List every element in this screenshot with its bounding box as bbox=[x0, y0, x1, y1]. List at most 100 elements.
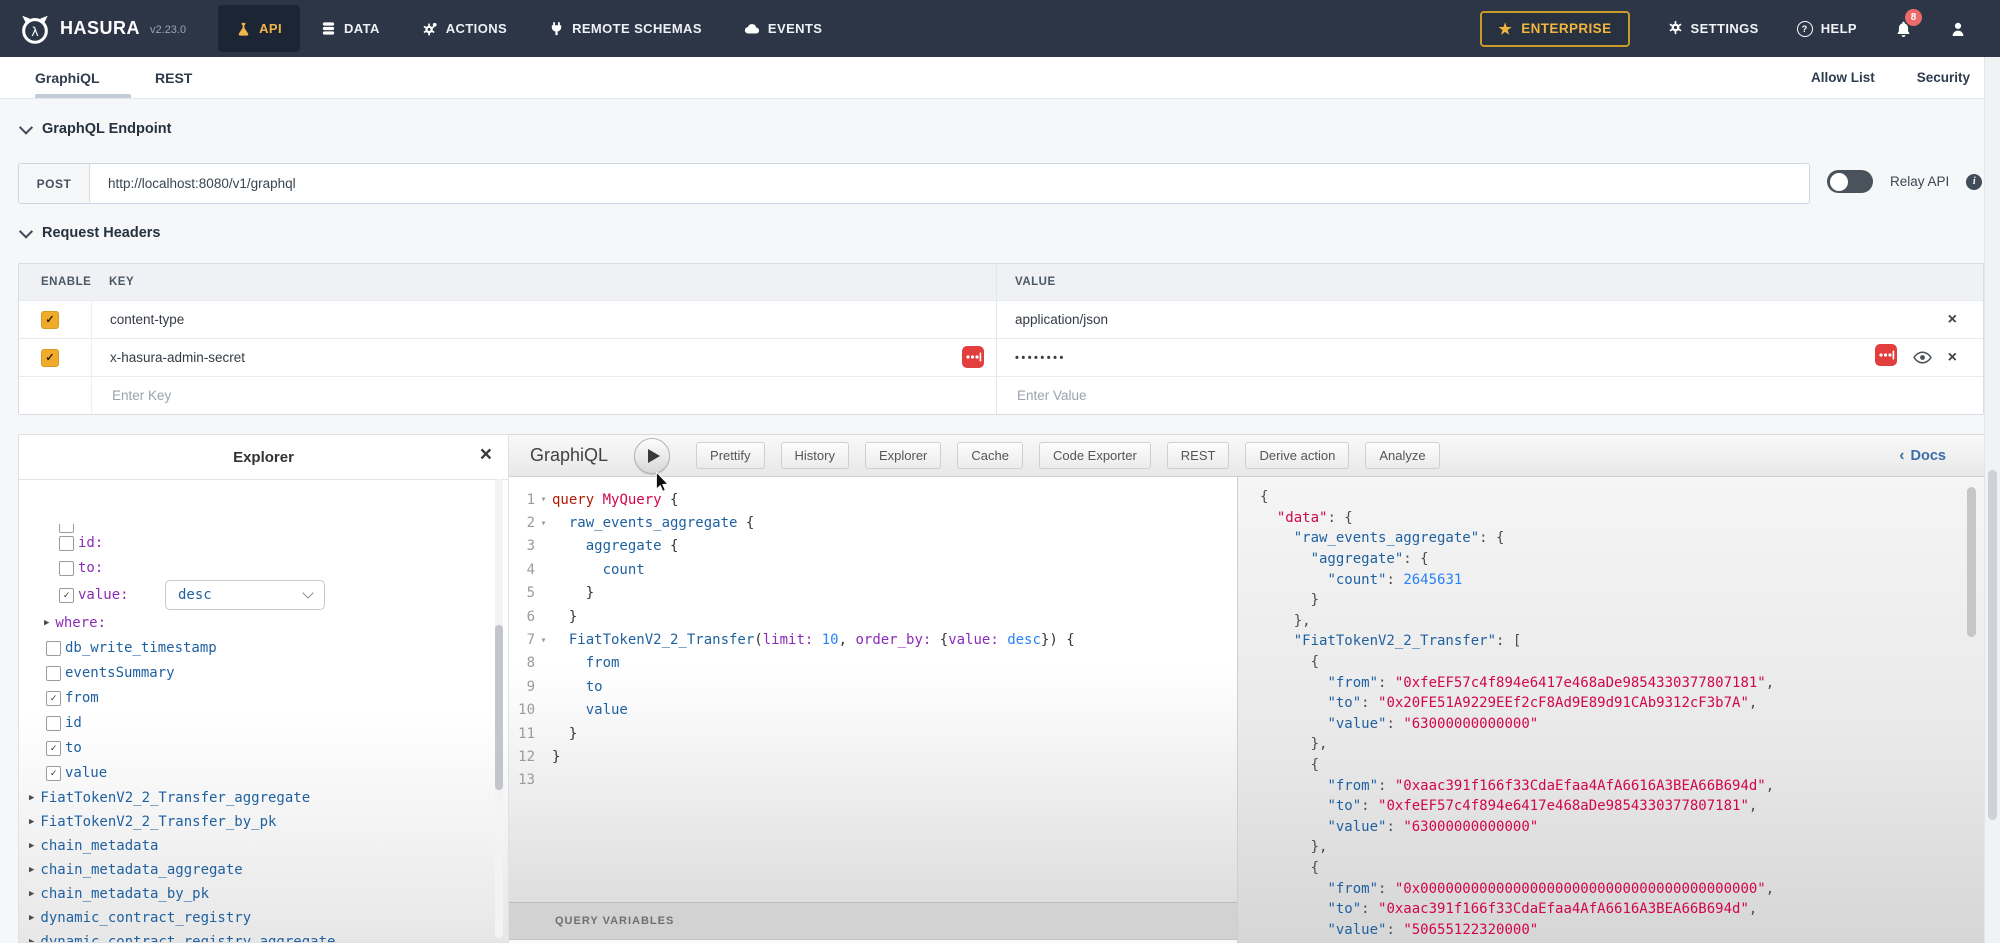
nav-item-actions[interactable]: ACTIONS bbox=[401, 0, 528, 57]
tree-label[interactable]: dynamic_contract_registry bbox=[40, 910, 251, 926]
header-key[interactable]: x-hasura-admin-secret bbox=[110, 350, 245, 365]
checkbox-checked-icon[interactable]: ✓ bbox=[59, 588, 74, 603]
tree-item-id[interactable]: id bbox=[46, 711, 82, 735]
tree-label[interactable]: chain_metadata bbox=[40, 838, 158, 854]
tree-expand-arrow-icon[interactable]: ▶ bbox=[29, 817, 34, 827]
code-exporter-button[interactable]: Code Exporter bbox=[1039, 442, 1151, 469]
help-button[interactable]: ? HELP bbox=[1797, 21, 1857, 37]
tree-expand-arrow-icon[interactable]: ▶ bbox=[29, 841, 34, 851]
analyze-button[interactable]: Analyze bbox=[1365, 442, 1439, 469]
page-scrollbar[interactable] bbox=[1984, 57, 2000, 943]
settings-button[interactable]: SETTINGS bbox=[1668, 20, 1759, 38]
order-direction-dropdown[interactable]: desc bbox=[165, 580, 325, 610]
tree-label[interactable]: id: bbox=[78, 535, 103, 551]
tree-item-chain-metadata-by-pk[interactable]: ▶ chain_metadata_by_pk bbox=[29, 882, 209, 906]
checkbox-icon[interactable] bbox=[59, 561, 74, 576]
tree-label[interactable]: chain_metadata_aggregate bbox=[40, 862, 242, 878]
notifications-button[interactable]: 8 bbox=[1895, 20, 1912, 38]
scrollbar-thumb[interactable] bbox=[495, 625, 503, 790]
masked-secret-value[interactable]: •••••••• bbox=[1015, 352, 1066, 364]
security-link[interactable]: Security bbox=[1917, 70, 1970, 85]
checkbox-checked-icon[interactable]: ✓ bbox=[46, 691, 61, 706]
tree-label[interactable]: from bbox=[65, 690, 99, 706]
tree-item-where[interactable]: ▶ where: bbox=[44, 611, 106, 635]
explorer-button[interactable]: Explorer bbox=[865, 442, 941, 469]
checkbox-checked-icon[interactable]: ✓ bbox=[46, 741, 61, 756]
tree-label[interactable]: to bbox=[65, 740, 82, 756]
enable-checkbox[interactable]: ✓ bbox=[41, 311, 59, 329]
tree-expand-arrow-icon[interactable]: ▶ bbox=[29, 913, 34, 923]
tree-item-chain-metadata-aggregate[interactable]: ▶ chain_metadata_aggregate bbox=[29, 858, 243, 882]
fold-arrow-icon[interactable]: ▾ bbox=[535, 518, 552, 529]
query-editor[interactable]: 1▾query MyQuery { 2▾ raw_events_aggregat… bbox=[509, 477, 1237, 902]
tree-item-from[interactable]: ✓ from bbox=[46, 686, 99, 710]
fold-arrow-icon[interactable]: ▾ bbox=[535, 635, 552, 646]
checkbox-checked-icon[interactable]: ✓ bbox=[46, 766, 61, 781]
relay-api-toggle[interactable] bbox=[1827, 170, 1873, 193]
tree-expand-arrow-icon[interactable]: ▶ bbox=[29, 937, 34, 942]
tree-item-fiattoken-by-pk[interactable]: ▶ FiatTokenV2_2_Transfer_by_pk bbox=[29, 810, 276, 834]
docs-link[interactable]: ‹ Docs bbox=[1899, 447, 1946, 465]
enterprise-button[interactable]: ★ ENTERPRISE bbox=[1480, 11, 1629, 47]
close-icon[interactable]: × bbox=[480, 444, 492, 465]
tree-item-dynamic-contract-registry-aggregate[interactable]: ▶ dynamic_contract_registry_aggregate bbox=[29, 930, 335, 942]
tree-item-orderby-value[interactable]: ✓ value: desc bbox=[59, 583, 129, 607]
header-key[interactable]: content-type bbox=[110, 312, 184, 327]
tree-label[interactable]: id bbox=[65, 715, 82, 731]
remove-header-icon[interactable]: × bbox=[1948, 312, 1957, 328]
info-icon[interactable]: i bbox=[1966, 174, 1982, 190]
enable-checkbox[interactable]: ✓ bbox=[41, 349, 59, 367]
history-button[interactable]: History bbox=[781, 442, 849, 469]
tree-item-to[interactable]: ✓ to bbox=[46, 736, 82, 760]
tree-item-db-write-timestamp[interactable]: db_write_timestamp bbox=[46, 636, 217, 660]
checkbox-icon[interactable] bbox=[59, 536, 74, 551]
tree-label[interactable]: where: bbox=[55, 615, 106, 631]
tree-item-fiattoken-aggregate[interactable]: ▶ FiatTokenV2_2_Transfer_aggregate bbox=[29, 786, 310, 810]
user-menu-button[interactable] bbox=[1950, 21, 1966, 37]
tab-rest[interactable]: REST bbox=[155, 57, 192, 98]
explorer-scrollbar[interactable] bbox=[495, 479, 503, 938]
tree-label[interactable]: dynamic_contract_registry_aggregate bbox=[40, 934, 335, 942]
checkbox-icon[interactable] bbox=[46, 716, 61, 731]
checkbox-icon[interactable] bbox=[46, 641, 61, 656]
tree-label[interactable]: FiatTokenV2_2_Transfer_aggregate bbox=[40, 790, 310, 806]
checkbox-icon[interactable] bbox=[46, 666, 61, 681]
tree-label[interactable]: value bbox=[65, 765, 107, 781]
tree-label[interactable]: FiatTokenV2_2_Transfer_by_pk bbox=[40, 814, 276, 830]
chevron-down-icon[interactable] bbox=[19, 225, 33, 239]
reveal-secret-eye-icon[interactable] bbox=[1913, 351, 1932, 364]
scrollbar-thumb[interactable] bbox=[1967, 487, 1976, 637]
header-value[interactable]: application/json bbox=[1015, 312, 1108, 327]
execute-query-button[interactable] bbox=[634, 438, 670, 474]
endpoint-url-input[interactable] bbox=[90, 164, 1809, 203]
hasura-logo-icon[interactable]: λ bbox=[18, 11, 52, 47]
response-scrollbar[interactable] bbox=[1967, 487, 1976, 927]
rest-button[interactable]: REST bbox=[1167, 442, 1230, 469]
chevron-down-icon[interactable] bbox=[19, 121, 33, 135]
new-header-value-input[interactable] bbox=[1015, 387, 1339, 404]
tree-label[interactable]: to: bbox=[78, 560, 103, 576]
tree-item-value[interactable]: ✓ value bbox=[46, 761, 107, 785]
tree-label[interactable]: chain_metadata_by_pk bbox=[40, 886, 209, 902]
tree-expand-arrow-icon[interactable]: ▶ bbox=[29, 865, 34, 875]
scrollbar-thumb[interactable] bbox=[1988, 470, 1997, 820]
tree-label[interactable]: eventsSummary bbox=[65, 665, 175, 681]
tree-item-chain-metadata[interactable]: ▶ chain_metadata bbox=[29, 834, 158, 858]
tree-item-events-summary[interactable]: eventsSummary bbox=[46, 661, 175, 685]
new-header-key-input[interactable] bbox=[110, 387, 434, 404]
tree-label[interactable]: value: bbox=[78, 587, 129, 603]
tree-item-dynamic-contract-registry[interactable]: ▶ dynamic_contract_registry bbox=[29, 906, 251, 930]
fold-arrow-icon[interactable]: ▾ bbox=[535, 494, 552, 505]
query-variables-bar[interactable]: QUERY VARIABLES bbox=[509, 902, 1237, 940]
tree-item-orderby-id[interactable]: id: bbox=[59, 531, 103, 555]
nav-item-events[interactable]: EVENTS bbox=[723, 0, 843, 57]
tree-expand-arrow-icon[interactable]: ▶ bbox=[44, 618, 49, 628]
nav-item-data[interactable]: DATA bbox=[300, 0, 401, 57]
cache-button[interactable]: Cache bbox=[957, 442, 1023, 469]
nav-item-api[interactable]: API bbox=[218, 5, 300, 52]
tree-label[interactable]: db_write_timestamp bbox=[65, 640, 217, 656]
allow-list-link[interactable]: Allow List bbox=[1811, 70, 1875, 85]
nav-item-remote-schemas[interactable]: REMOTE SCHEMAS bbox=[528, 0, 723, 57]
derive-action-button[interactable]: Derive action bbox=[1245, 442, 1349, 469]
tree-expand-arrow-icon[interactable]: ▶ bbox=[29, 889, 34, 899]
